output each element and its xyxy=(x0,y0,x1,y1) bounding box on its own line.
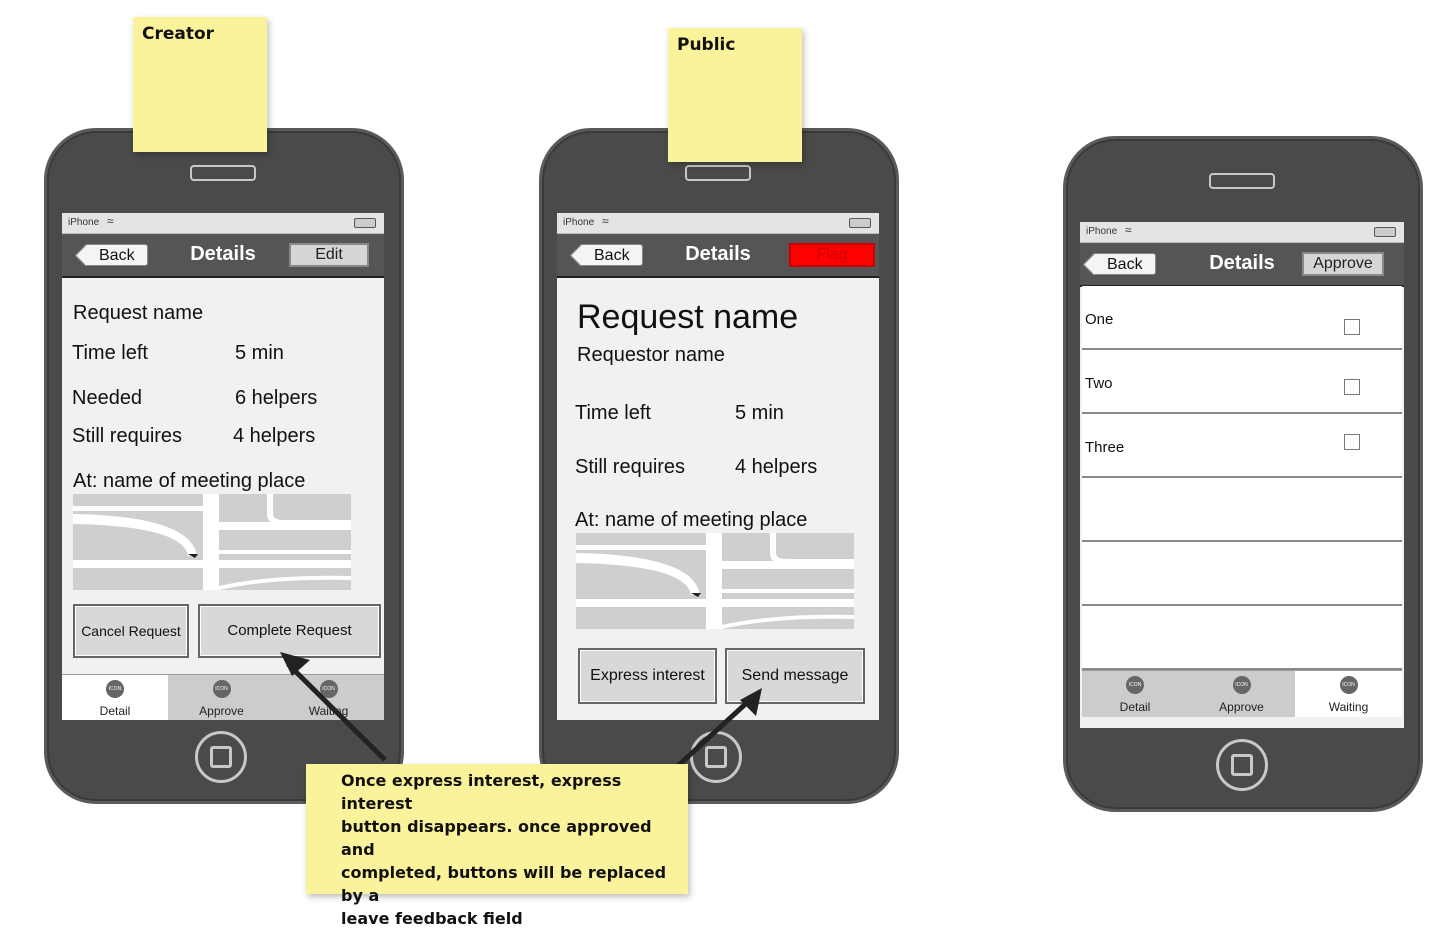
arrow-to-complete-request xyxy=(280,652,387,762)
annotation-line: button disappears. once approved and xyxy=(341,817,652,859)
annotation-arrows xyxy=(280,652,762,798)
annotation-line: completed, buttons will be replaced by a xyxy=(341,863,667,905)
annotation-text: Once express interest, express interest … xyxy=(341,769,688,930)
sticky-note-annotation: Once express interest, express interest … xyxy=(306,764,688,928)
annotation-line: leave feedback field xyxy=(341,909,523,928)
annotation-line: Once express interest, express interest xyxy=(341,771,622,813)
